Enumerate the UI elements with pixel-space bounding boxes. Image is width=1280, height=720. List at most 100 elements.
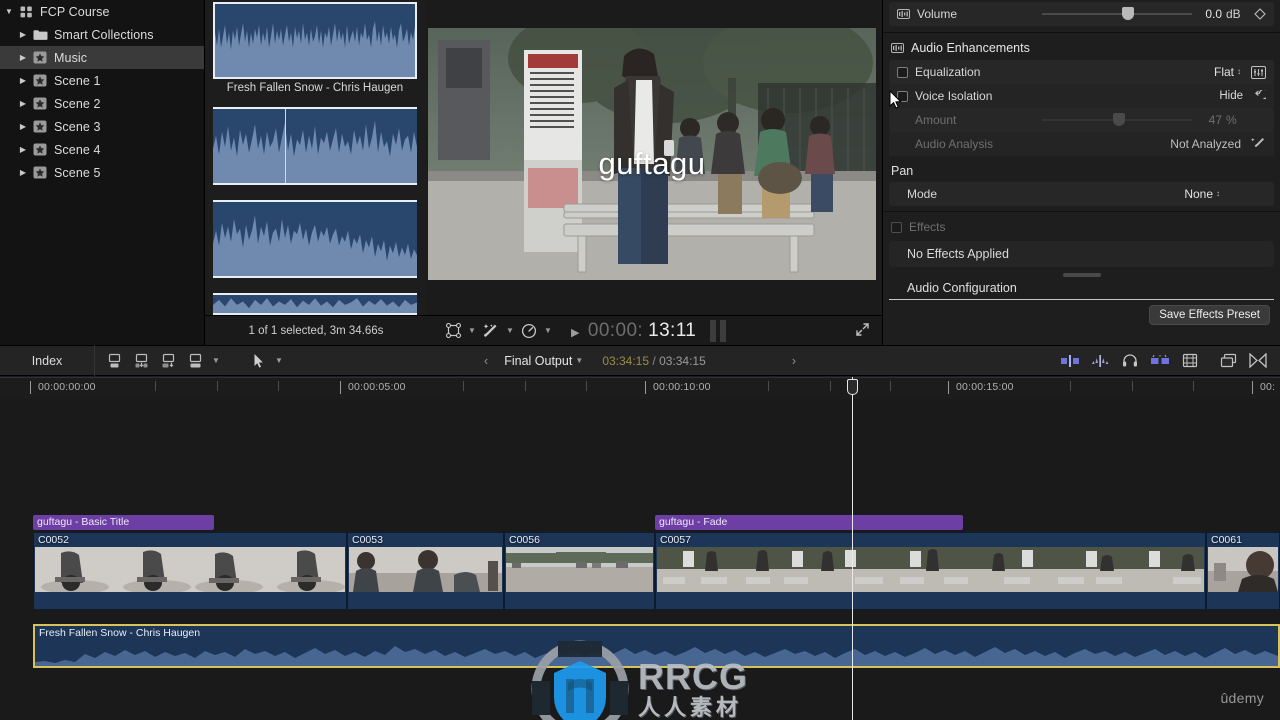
voice-isolation-hide-button[interactable]: Hide bbox=[1219, 90, 1243, 102]
browser-clip-1[interactable]: Fresh Fallen Snow - Chris Haugen bbox=[213, 2, 417, 94]
reset-arrow-icon[interactable] bbox=[1253, 90, 1266, 102]
overwrite-edit-icon[interactable] bbox=[155, 347, 182, 374]
inspector-row-voice-isolation[interactable]: Voice Isolation Hide bbox=[889, 84, 1274, 108]
inspector-row-pan-mode[interactable]: Mode None ↕ bbox=[889, 182, 1274, 206]
volume-value[interactable]: 0.0 bbox=[1192, 7, 1222, 21]
audio-configuration-header[interactable]: Audio Configuration bbox=[889, 277, 1274, 300]
effects-checkbox[interactable] bbox=[891, 221, 902, 233]
equalizer-icon[interactable] bbox=[1251, 65, 1266, 79]
chevron-down-icon[interactable]: ▼ bbox=[572, 356, 586, 365]
audio-waveform[interactable] bbox=[213, 2, 417, 79]
sidebar-item-scene-3[interactable]: Scene 3 bbox=[0, 115, 204, 138]
pan-mode-popup[interactable]: None ↕ bbox=[1184, 187, 1220, 201]
project-name-label[interactable]: Final Output bbox=[504, 354, 572, 368]
inspector-row-equalization[interactable]: Equalization Flat ↕ bbox=[889, 60, 1274, 84]
equalization-checkbox[interactable] bbox=[897, 66, 908, 78]
timeline-clip[interactable]: C0053 bbox=[347, 532, 504, 610]
disclosure-triangle-icon[interactable] bbox=[16, 54, 30, 62]
chevron-down-icon[interactable]: ▼ bbox=[503, 326, 517, 335]
timeline-title-clip[interactable]: guftagu - Fade bbox=[655, 515, 963, 530]
timeline-clip[interactable]: C0057 bbox=[655, 532, 1206, 610]
disclosure-triangle-icon[interactable] bbox=[16, 31, 30, 39]
timeline-index-button[interactable]: Index bbox=[0, 345, 95, 376]
disclosure-triangle-icon[interactable] bbox=[16, 77, 30, 85]
timeline-playhead[interactable] bbox=[852, 377, 853, 720]
headphones-icon[interactable] bbox=[1116, 347, 1144, 374]
disclosure-triangle-icon[interactable] bbox=[16, 169, 30, 177]
timeline-right-icons[interactable] bbox=[1056, 347, 1272, 374]
amount-slider[interactable] bbox=[1042, 113, 1192, 126]
timeline-clip[interactable]: C0056 bbox=[504, 532, 655, 610]
retime-icon[interactable] bbox=[517, 319, 541, 343]
browser-clip-2[interactable] bbox=[213, 107, 417, 185]
connect-edit-icon[interactable] bbox=[182, 347, 209, 374]
edit-buttons-group[interactable]: ▼ bbox=[95, 347, 223, 374]
timeline-clip[interactable]: C0052 bbox=[33, 532, 347, 610]
voice-isolation-checkbox[interactable] bbox=[897, 90, 908, 102]
timeline-body[interactable]: guftagu - Basic Title guftagu - Fade C00… bbox=[0, 377, 1280, 720]
sidebar-item-scene-1[interactable]: Scene 1 bbox=[0, 69, 204, 92]
browser-filmstrip[interactable]: Fresh Fallen Snow - Chris Haugen bbox=[205, 0, 427, 315]
amount-value[interactable]: 47 bbox=[1192, 113, 1222, 127]
tool-selector-group[interactable]: ▼ bbox=[223, 347, 286, 374]
clip-appearance-icon[interactable] bbox=[1176, 347, 1204, 374]
sidebar-item-smart-collections[interactable]: Smart Collections bbox=[0, 23, 204, 46]
chevron-down-icon[interactable]: ▼ bbox=[272, 356, 286, 365]
inspector-row-effects[interactable]: Effects bbox=[883, 215, 1280, 239]
libraries-sidebar[interactable]: FCP Course Smart Collections bbox=[0, 0, 205, 345]
browser-clip-4[interactable] bbox=[213, 293, 417, 315]
sidebar-item-fcp-course[interactable]: FCP Course bbox=[0, 0, 204, 23]
audio-meters-icon[interactable] bbox=[1146, 347, 1174, 374]
disclosure-triangle-icon[interactable] bbox=[16, 146, 30, 154]
insert-edit-icon[interactable] bbox=[128, 347, 155, 374]
previous-project-button[interactable]: ‹ bbox=[468, 353, 504, 368]
audio-waveform[interactable] bbox=[213, 293, 417, 315]
audio-waveform[interactable] bbox=[213, 107, 417, 185]
chevron-down-icon[interactable]: ▼ bbox=[465, 326, 479, 335]
next-project-button[interactable]: › bbox=[706, 353, 812, 368]
audio-skimming-icon[interactable] bbox=[1056, 347, 1084, 374]
playhead-handle[interactable] bbox=[847, 379, 858, 395]
timeline-ruler[interactable]: 00:00:00:00 00:00:05:00 00:00:10:00 00:0… bbox=[0, 377, 1280, 399]
inspector-row-amount[interactable]: Amount 47 % bbox=[889, 108, 1274, 132]
inspector-row-audio-analysis[interactable]: Audio Analysis Not Analyzed bbox=[889, 132, 1274, 156]
disclosure-triangle-icon[interactable] bbox=[2, 8, 16, 16]
viewer-timecode[interactable]: ▶ 00:00: 13:11 bbox=[571, 320, 696, 342]
timeline-title-clip[interactable]: guftagu - Basic Title bbox=[33, 515, 214, 530]
chevron-down-icon[interactable]: ▼ bbox=[209, 356, 223, 365]
inspector-row-volume[interactable]: Volume 0.0 dB bbox=[889, 2, 1274, 26]
equalization-preset-popup[interactable]: Flat ↕ bbox=[1214, 65, 1241, 79]
solo-icon[interactable] bbox=[1086, 347, 1114, 374]
append-edit-icon[interactable] bbox=[101, 347, 128, 374]
volume-slider[interactable] bbox=[1042, 7, 1192, 20]
keyframe-diamond-icon[interactable] bbox=[1254, 8, 1266, 20]
viewer-toolbar[interactable]: ▼ ▼ ▼ ▶ 00:00: 13:11 bbox=[427, 315, 882, 345]
timecode-separator: / bbox=[652, 353, 656, 368]
sidebar-item-music[interactable]: Music bbox=[0, 46, 204, 69]
enhancements-icon[interactable] bbox=[479, 319, 503, 343]
duplicate-window-icon[interactable] bbox=[1214, 347, 1242, 374]
sidebar-item-scene-2[interactable]: Scene 2 bbox=[0, 92, 204, 115]
analyze-magic-icon[interactable] bbox=[1251, 137, 1266, 151]
audio-enhancements-header[interactable]: Audio Enhancements bbox=[883, 36, 1280, 60]
disclosure-triangle-icon[interactable] bbox=[16, 123, 30, 131]
effects-browser-icon[interactable] bbox=[1244, 347, 1272, 374]
no-effects-applied-dropzone[interactable]: No Effects Applied bbox=[889, 241, 1274, 267]
timeline-panel[interactable]: 00:00:00:00 00:00:05:00 00:00:10:00 00:0… bbox=[0, 377, 1280, 720]
timeline-clip[interactable]: C0061 bbox=[1206, 532, 1280, 610]
disclosure-triangle-icon[interactable] bbox=[16, 100, 30, 108]
timeline-timecode-display[interactable]: 03:34:15 / 03:34:15 bbox=[602, 354, 705, 368]
timeline-toolbar[interactable]: Index ▼ ▼ ‹ Final Output ▼ 03:34:15 / 03… bbox=[0, 345, 1280, 376]
transform-icon[interactable] bbox=[441, 319, 465, 343]
select-tool-icon[interactable] bbox=[245, 347, 272, 374]
sidebar-item-scene-5[interactable]: Scene 5 bbox=[0, 161, 204, 184]
sidebar-item-scene-4[interactable]: Scene 4 bbox=[0, 138, 204, 161]
audio-waveform[interactable] bbox=[213, 200, 417, 278]
browser-clip-3[interactable] bbox=[213, 200, 417, 278]
fcp-window: FCP Course Smart Collections bbox=[0, 0, 1280, 720]
audio-inspector[interactable]: Volume 0.0 dB Audio Enhancements Equaliz… bbox=[882, 0, 1280, 345]
save-effects-preset-button[interactable]: Save Effects Preset bbox=[1149, 305, 1270, 325]
chevron-down-icon[interactable]: ▼ bbox=[541, 326, 555, 335]
primary-storyline-lane[interactable]: C0052 C0053 C0056 C0057 C0061 bbox=[0, 532, 1280, 610]
expand-viewer-icon[interactable] bbox=[855, 322, 870, 342]
